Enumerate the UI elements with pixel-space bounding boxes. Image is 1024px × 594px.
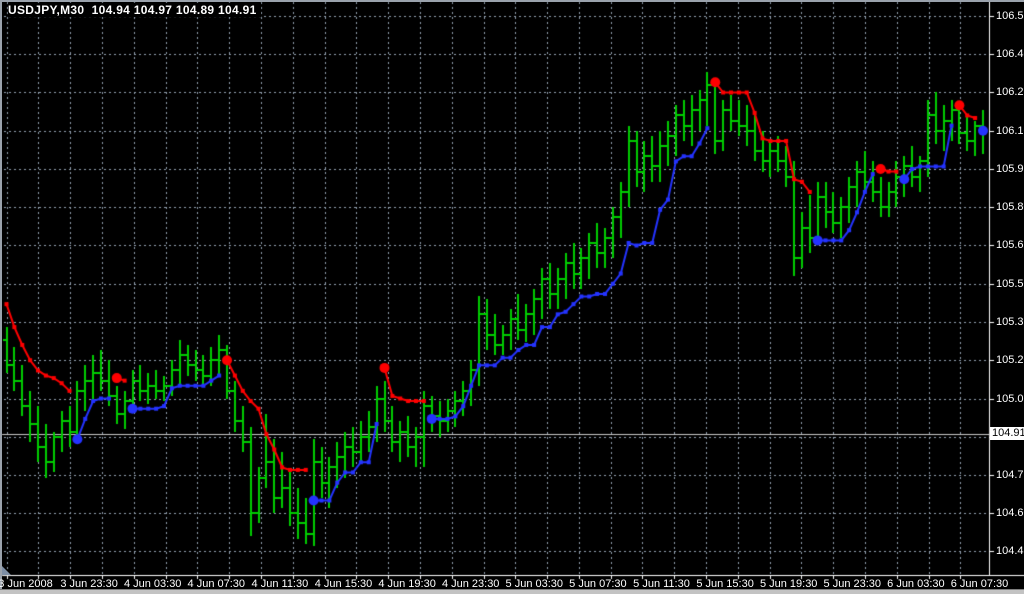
chart-shift-marker bbox=[2, 566, 11, 575]
price-axis-label: 105.65 bbox=[996, 239, 1024, 251]
price-axis-label: 106.55 bbox=[996, 10, 1024, 22]
price-axis-label: 106.40 bbox=[996, 48, 1024, 60]
price-axis-label: 105.05 bbox=[996, 393, 1024, 405]
price-axis-label: 104.60 bbox=[996, 507, 1024, 519]
chart-canvas[interactable] bbox=[0, 0, 1024, 594]
price-axis-label: 104.45 bbox=[996, 545, 1024, 557]
price-axis-label: 106.10 bbox=[996, 125, 1024, 137]
chart-title-ohlc-readout: USDJPY,M30 104.94 104.97 104.89 104.91 bbox=[8, 3, 261, 17]
window-bottom-edge bbox=[0, 589, 1024, 594]
price-axis-label: 105.35 bbox=[996, 316, 1024, 328]
window-left-edge bbox=[0, 0, 2, 589]
price-axis-label: 105.95 bbox=[996, 163, 1024, 175]
price-axis-label: 105.80 bbox=[996, 201, 1024, 213]
price-axis-label: 105.20 bbox=[996, 354, 1024, 366]
chart-window: USDJPY,M30 104.94 104.97 104.89 104.91 1… bbox=[0, 0, 1024, 594]
price-axis-label: 105.50 bbox=[996, 278, 1024, 290]
current-price-badge: 104.91 bbox=[990, 427, 1024, 440]
price-axis-label: 104.75 bbox=[996, 469, 1024, 481]
window-top-edge bbox=[0, 0, 1024, 2]
price-axis-label: 106.25 bbox=[996, 86, 1024, 98]
